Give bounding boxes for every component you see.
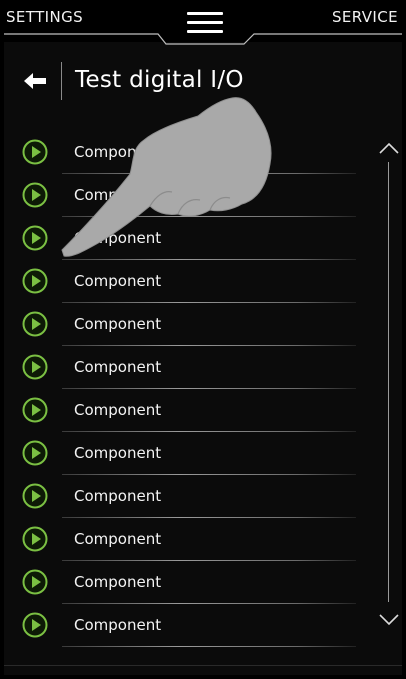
back-arrow-icon — [24, 73, 46, 89]
list-item-label: Component — [74, 401, 162, 419]
back-button[interactable] — [22, 68, 52, 94]
play-circle-icon[interactable] — [22, 483, 48, 509]
bottom-divider — [4, 665, 402, 666]
title-divider — [61, 62, 62, 100]
list-item-label: Component — [74, 143, 162, 161]
play-circle-icon[interactable] — [22, 182, 48, 208]
list-item[interactable]: Component — [4, 131, 364, 174]
list-item-label: Component — [74, 315, 162, 333]
list-item-label: Component — [74, 358, 162, 376]
list-item-label: Component — [74, 272, 162, 290]
list-item-label: Component — [74, 616, 162, 634]
play-circle-icon[interactable] — [22, 526, 48, 552]
play-circle-icon[interactable] — [22, 397, 48, 423]
play-circle-icon[interactable] — [22, 440, 48, 466]
list-item-label: Component — [74, 530, 162, 548]
chevron-down-icon[interactable] — [378, 612, 400, 628]
list-item[interactable]: Component — [4, 217, 364, 260]
chevron-up-icon[interactable] — [378, 140, 400, 156]
list-item[interactable]: Component — [4, 561, 364, 604]
play-circle-icon[interactable] — [22, 569, 48, 595]
list-item-label: Component — [74, 444, 162, 462]
settings-tab[interactable]: SETTINGS — [6, 8, 83, 26]
list-item-label: Component — [74, 487, 162, 505]
scrollbar-track[interactable] — [388, 162, 389, 602]
top-bar: SETTINGS SERVICE — [4, 0, 402, 45]
play-circle-icon[interactable] — [22, 311, 48, 337]
page-title: Test digital I/O — [75, 67, 244, 93]
play-circle-icon[interactable] — [22, 354, 48, 380]
list-item[interactable]: Component — [4, 432, 364, 475]
list-item[interactable]: Component — [4, 303, 364, 346]
list-item-label: Component — [74, 229, 162, 247]
play-circle-icon[interactable] — [22, 612, 48, 638]
screen: SETTINGS SERVICE Test digital I/O Compon… — [4, 0, 402, 675]
play-circle-icon[interactable] — [22, 139, 48, 165]
list-item[interactable]: Component — [4, 389, 364, 432]
list-item[interactable]: Component — [4, 260, 364, 303]
list-item[interactable]: Component — [4, 518, 364, 561]
list-item-label: Component — [74, 186, 162, 204]
list-separator — [62, 646, 356, 647]
play-circle-icon[interactable] — [22, 225, 48, 251]
list-item[interactable]: Component — [4, 475, 364, 518]
list-item[interactable]: Component — [4, 174, 364, 217]
component-list: Component Component Component Component Comp… — [4, 131, 364, 647]
list-item[interactable]: Component — [4, 604, 364, 647]
play-circle-icon[interactable] — [22, 268, 48, 294]
list-item[interactable]: Component — [4, 346, 364, 389]
hamburger-menu-icon[interactable] — [187, 12, 223, 34]
list-item-label: Component — [74, 573, 162, 591]
service-tab[interactable]: SERVICE — [332, 8, 398, 26]
title-row: Test digital I/O — [4, 58, 402, 106]
